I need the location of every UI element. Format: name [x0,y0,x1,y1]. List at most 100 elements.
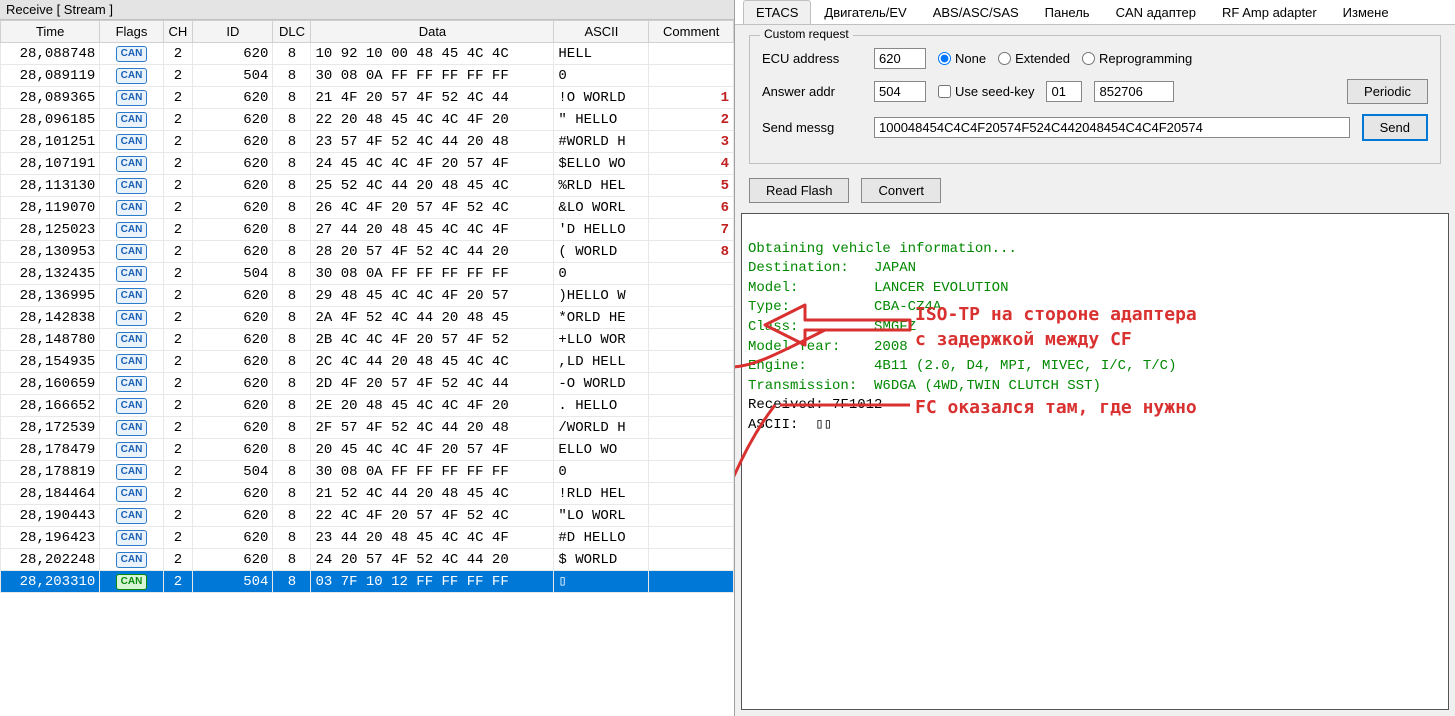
column-header[interactable]: ASCII [554,21,649,43]
term-value: 4B11 (2.0, D4, MPI, MIVEC, I/C, T/C) [874,358,1176,374]
cell-comment [649,417,734,439]
cell-comment: 3 [649,131,734,153]
tab-6[interactable]: Измене [1330,0,1402,24]
tab-0[interactable]: ETACS [743,0,811,24]
table-row[interactable]: 28,130953CAN2620828 20 57 4F 52 4C 44 20… [1,241,734,263]
seedkey-checkbox[interactable] [938,85,951,98]
cell-time: 28,203310 [1,571,100,593]
cell-dlc: 8 [273,373,311,395]
table-row[interactable]: 28,178819CAN2504830 08 0A FF FF FF FF FF… [1,461,734,483]
table-row[interactable]: 28,166652CAN262082E 20 48 45 4C 4C 4F 20… [1,395,734,417]
column-header[interactable]: ID [193,21,273,43]
cell-ascii: 0 [554,65,649,87]
table-row[interactable]: 28,196423CAN2620823 44 20 48 45 4C 4C 4F… [1,527,734,549]
cell-flags: CAN [100,175,163,197]
table-row[interactable]: 28,202248CAN2620824 20 57 4F 52 4C 44 20… [1,549,734,571]
column-header[interactable]: Time [1,21,100,43]
tab-5[interactable]: RF Amp adapter [1209,0,1330,24]
answer-addr-input[interactable] [874,81,926,102]
term-ascii: ASCII: ▯▯ [748,417,832,433]
cell-flags: CAN [100,87,163,109]
tab-3[interactable]: Панель [1032,0,1103,24]
table-row[interactable]: 28,172539CAN262082F 57 4F 52 4C 44 20 48… [1,417,734,439]
cell-time: 28,088748 [1,43,100,65]
cell-dlc: 8 [273,43,311,65]
cell-id: 620 [193,241,273,263]
term-line: Obtaining vehicle information... [748,241,1017,257]
table-row[interactable]: 28,184464CAN2620821 52 4C 44 20 48 45 4C… [1,483,734,505]
cell-dlc: 8 [273,439,311,461]
cell-ch: 2 [163,307,193,329]
cell-ch: 2 [163,263,193,285]
table-row[interactable]: 28,107191CAN2620824 45 4C 4C 4F 20 57 4F… [1,153,734,175]
term-label: Destination: [748,260,849,276]
periodic-button[interactable]: Periodic [1347,79,1428,104]
cell-ch: 2 [163,87,193,109]
tab-1[interactable]: Двигатель/EV [811,0,919,24]
cell-flags: CAN [100,285,163,307]
table-row[interactable]: 28,096185CAN2620822 20 48 45 4C 4C 4F 20… [1,109,734,131]
radio-reprog-input[interactable] [1082,52,1095,65]
cell-id: 620 [193,131,273,153]
column-header[interactable]: Comment [649,21,734,43]
ecu-address-input[interactable] [874,48,926,69]
cell-dlc: 8 [273,197,311,219]
send-messg-input[interactable] [874,117,1350,138]
table-row[interactable]: 28,160659CAN262082D 4F 20 57 4F 52 4C 44… [1,373,734,395]
column-header[interactable]: Flags [100,21,163,43]
table-row[interactable]: 28,136995CAN2620829 48 45 4C 4C 4F 20 57… [1,285,734,307]
use-seedkey[interactable]: Use seed-key [938,84,1034,99]
cell-data: 23 57 4F 52 4C 44 20 48 [311,131,554,153]
column-header[interactable]: DLC [273,21,311,43]
table-row[interactable]: 28,190443CAN2620822 4C 4F 20 57 4F 52 4C… [1,505,734,527]
table-row[interactable]: 28,101251CAN2620823 57 4F 52 4C 44 20 48… [1,131,734,153]
radio-extended[interactable]: Extended [998,51,1070,66]
cell-id: 620 [193,439,273,461]
column-header[interactable]: Data [311,21,554,43]
table-row[interactable]: 28,132435CAN2504830 08 0A FF FF FF FF FF… [1,263,734,285]
convert-button[interactable]: Convert [861,178,941,203]
cell-id: 620 [193,549,273,571]
table-row[interactable]: 28,089119CAN2504830 08 0A FF FF FF FF FF… [1,65,734,87]
radio-none-input[interactable] [938,52,951,65]
can-badge: CAN [116,222,148,238]
cell-data: 30 08 0A FF FF FF FF FF [311,461,554,483]
table-row[interactable]: 28,154935CAN262082C 4C 44 20 48 45 4C 4C… [1,351,734,373]
table-row[interactable]: 28,142838CAN262082A 4F 52 4C 44 20 48 45… [1,307,734,329]
table-row[interactable]: 28,148780CAN262082B 4C 4C 4F 20 57 4F 52… [1,329,734,351]
seedkey-input-2[interactable] [1094,81,1174,102]
read-flash-button[interactable]: Read Flash [749,178,849,203]
cell-ascii: +LLO WOR [554,329,649,351]
radio-reprogramming[interactable]: Reprogramming [1082,51,1192,66]
terminal-output[interactable]: Obtaining vehicle information... Destina… [741,213,1449,710]
cell-comment [649,505,734,527]
cell-data: 29 48 45 4C 4C 4F 20 57 [311,285,554,307]
table-row[interactable]: 28,125023CAN2620827 44 20 48 45 4C 4C 4F… [1,219,734,241]
table-row[interactable]: 28,089365CAN2620821 4F 20 57 4F 52 4C 44… [1,87,734,109]
cell-comment: 2 [649,109,734,131]
table-row[interactable]: 28,113130CAN2620825 52 4C 44 20 48 45 4C… [1,175,734,197]
can-grid[interactable]: TimeFlagsCHIDDLCDataASCIIComment 28,0887… [0,20,734,716]
radio-none[interactable]: None [938,51,986,66]
table-row[interactable]: 28,119070CAN2620826 4C 4F 20 57 4F 52 4C… [1,197,734,219]
table-row[interactable]: 28,203310CAN2504803 7F 10 12 FF FF FF FF… [1,571,734,593]
cell-flags: CAN [100,417,163,439]
can-badge: CAN [116,266,148,282]
radio-extended-input[interactable] [998,52,1011,65]
cell-dlc: 8 [273,65,311,87]
cell-data: 2E 20 48 45 4C 4C 4F 20 [311,395,554,417]
tab-4[interactable]: CAN адаптер [1103,0,1209,24]
cell-ascii: #D HELLO [554,527,649,549]
cell-ascii: 0 [554,263,649,285]
seedkey-input-1[interactable] [1046,81,1082,102]
tab-2[interactable]: ABS/ASC/SAS [920,0,1032,24]
cell-ascii: $ELLO WO [554,153,649,175]
can-badge: CAN [116,442,148,458]
cell-data: 27 44 20 48 45 4C 4C 4F [311,219,554,241]
cell-flags: CAN [100,219,163,241]
table-row[interactable]: 28,088748CAN2620810 92 10 00 48 45 4C 4C… [1,43,734,65]
column-header[interactable]: CH [163,21,193,43]
send-button[interactable]: Send [1362,114,1428,141]
table-row[interactable]: 28,178479CAN2620820 45 4C 4C 4F 20 57 4F… [1,439,734,461]
cell-flags: CAN [100,571,163,593]
